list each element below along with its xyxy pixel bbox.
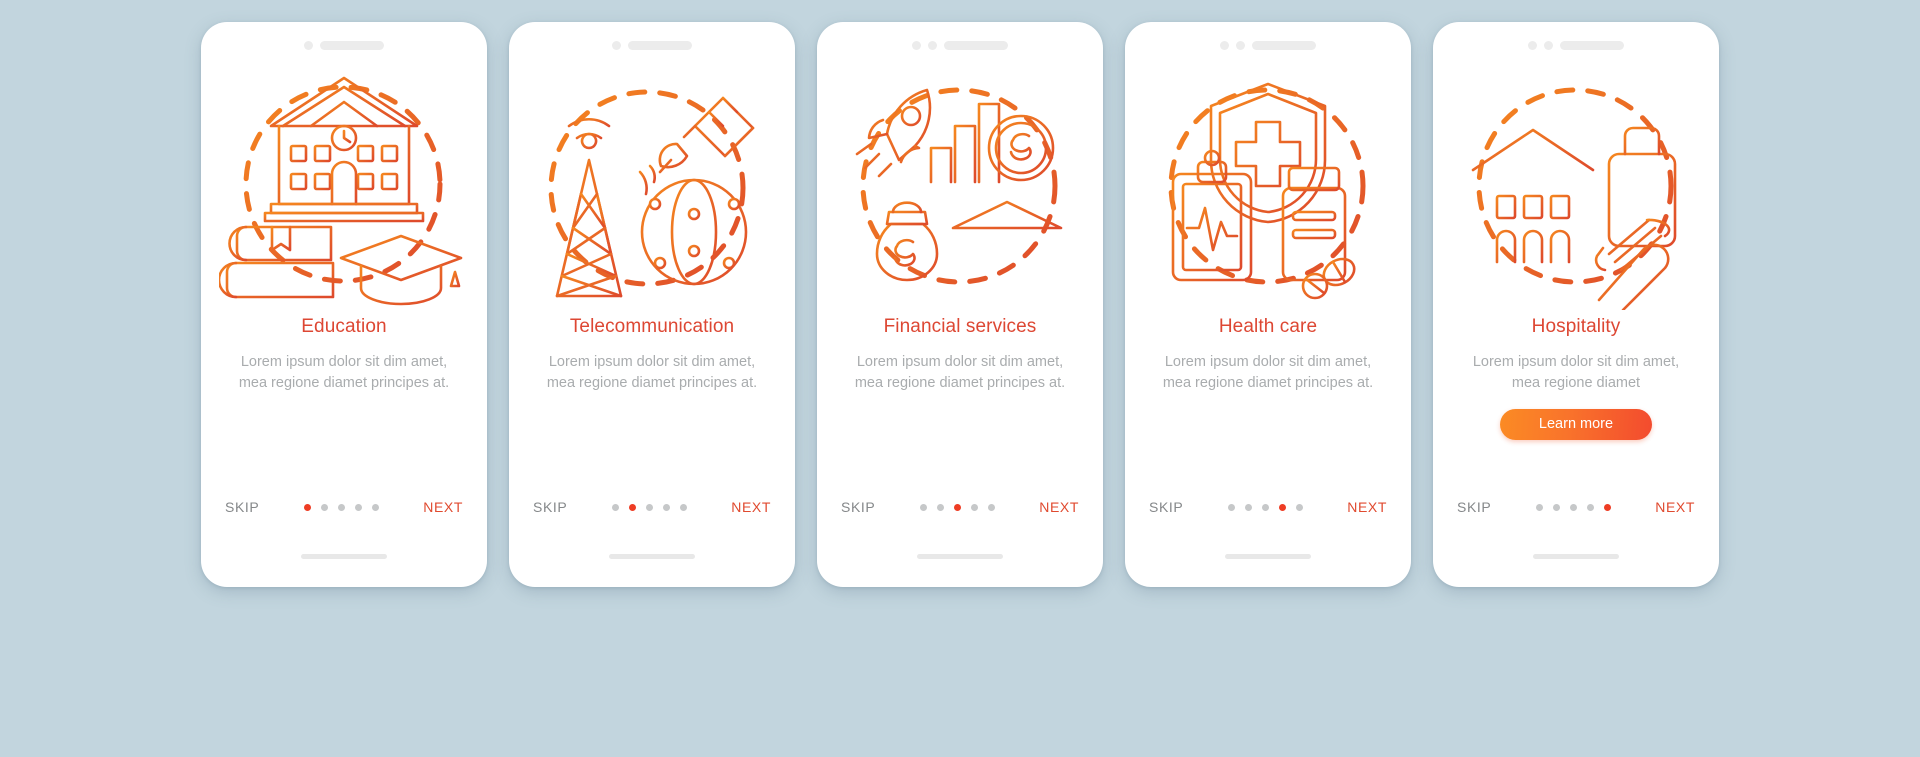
speaker-pill-icon [628,40,692,50]
status-notch-bar [1433,22,1719,62]
home-indicator [609,554,695,559]
page-title: Hospitality [1531,316,1621,337]
page-dot-2[interactable] [1552,503,1560,511]
education-illustration [219,64,469,310]
camera-dot-icon [304,40,313,50]
onboarding-nav-row: SKIP NEXT [509,499,795,515]
status-notch-bar [1125,22,1411,62]
onboarding-screen-health-care: Health care Lorem ipsum dolor sit dim am… [1125,22,1411,587]
speaker-pill-icon [320,40,384,50]
onboarding-screen-hospitality: Hospitality Lorem ipsum dolor sit dim am… [1433,22,1719,587]
page-indicator-dots [1227,503,1303,511]
skip-button[interactable]: SKIP [225,499,259,515]
camera-dot-icon [612,40,621,50]
page-dot-4[interactable] [354,503,362,511]
camera-dot-icon [912,40,921,50]
page-dot-3[interactable] [1569,503,1577,511]
page-dot-5[interactable] [987,503,995,511]
skip-button[interactable]: SKIP [841,499,875,515]
onboarding-screens-row: Education Lorem ipsum dolor sit dim amet… [0,0,1920,757]
learn-more-button[interactable]: Learn more [1500,408,1652,440]
page-indicator-dots [919,503,995,511]
onboarding-nav-row: SKIP NEXT [201,499,487,515]
page-dot-3[interactable] [953,503,961,511]
onboarding-nav-row: SKIP NEXT [817,499,1103,515]
next-button[interactable]: NEXT [1347,499,1387,515]
page-indicator-dots [303,503,379,511]
page-description: Lorem ipsum dolor sit dim amet, mea regi… [854,354,1066,392]
page-dot-5[interactable] [371,503,379,511]
onboarding-screen-telecommunication: Telecommunication Lorem ipsum dolor sit … [509,22,795,587]
speaker-pill-icon [1252,40,1316,50]
status-notch-bar [509,22,795,62]
camera-dot-icon [1528,40,1537,50]
page-dot-1[interactable] [1227,503,1235,511]
skip-button[interactable]: SKIP [1149,499,1183,515]
home-indicator [301,554,387,559]
page-dot-1[interactable] [303,503,311,511]
home-indicator [917,554,1003,559]
page-dot-3[interactable] [1261,503,1269,511]
home-indicator [1225,554,1311,559]
page-dot-2[interactable] [320,503,328,511]
onboarding-nav-row: SKIP NEXT [1433,499,1719,515]
financial-services-illustration [835,64,1085,310]
page-indicator-dots [1535,503,1611,511]
page-indicator-dots [611,503,687,511]
page-description: Lorem ipsum dolor sit dim amet, mea regi… [238,354,450,392]
page-dot-1[interactable] [611,503,619,511]
page-dot-4[interactable] [1278,503,1286,511]
onboarding-nav-row: SKIP NEXT [1125,499,1411,515]
page-dot-3[interactable] [337,503,345,511]
page-description: Lorem ipsum dolor sit dim amet, mea regi… [1162,354,1374,392]
telecommunication-illustration [527,64,777,310]
status-notch-bar [201,22,487,62]
skip-button[interactable]: SKIP [1457,499,1491,515]
page-dot-2[interactable] [1244,503,1252,511]
speaker-pill-icon [1560,40,1624,50]
sensor-dot-icon [928,40,937,50]
page-dot-5[interactable] [679,503,687,511]
onboarding-screen-education: Education Lorem ipsum dolor sit dim amet… [201,22,487,587]
skip-button[interactable]: SKIP [533,499,567,515]
page-dot-4[interactable] [970,503,978,511]
home-indicator [1533,554,1619,559]
page-description: Lorem ipsum dolor sit dim amet, mea regi… [1472,354,1680,392]
page-dot-2[interactable] [628,503,636,511]
page-title: Telecommunication [569,316,735,337]
sensor-dot-icon [1236,40,1245,50]
page-title: Financial services [883,316,1037,337]
hospitality-illustration [1451,64,1701,310]
page-dot-4[interactable] [1586,503,1594,511]
next-button[interactable]: NEXT [423,499,463,515]
next-button[interactable]: NEXT [1039,499,1079,515]
page-dot-4[interactable] [662,503,670,511]
next-button[interactable]: NEXT [731,499,771,515]
page-dot-5[interactable] [1295,503,1303,511]
page-dot-3[interactable] [645,503,653,511]
page-dot-1[interactable] [1535,503,1543,511]
page-description: Lorem ipsum dolor sit dim amet, mea regi… [546,354,758,392]
page-dot-2[interactable] [936,503,944,511]
onboarding-screen-financial-services: Financial services Lorem ipsum dolor sit… [817,22,1103,587]
speaker-pill-icon [944,40,1008,50]
camera-dot-icon [1220,40,1229,50]
page-title: Education [301,316,387,337]
page-title: Health care [1218,316,1318,337]
health-care-illustration [1143,64,1393,310]
page-dot-1[interactable] [919,503,927,511]
sensor-dot-icon [1544,40,1553,50]
status-notch-bar [817,22,1103,62]
page-dot-5[interactable] [1603,503,1611,511]
next-button[interactable]: NEXT [1655,499,1695,515]
